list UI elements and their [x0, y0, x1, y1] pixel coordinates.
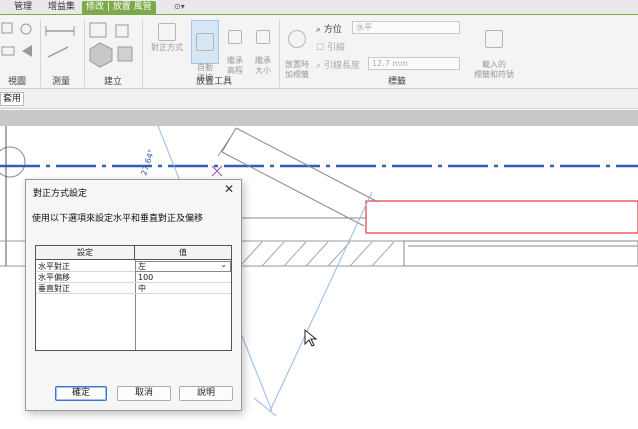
- view-tab-strip: [0, 110, 638, 126]
- mouse-cursor-icon: [304, 328, 318, 347]
- setting-value[interactable]: 中: [138, 283, 146, 294]
- ok-button[interactable]: 確定: [55, 386, 107, 401]
- setting-name: 水平偏移: [38, 273, 70, 282]
- auto-connect-icon: [196, 33, 214, 51]
- dialog-title: 對正方式設定: [33, 189, 88, 199]
- panel-divider: [40, 19, 41, 87]
- tab-modify-place-duct[interactable]: 修改 | 放置 風管: [82, 1, 156, 14]
- column-header-value: 值: [135, 246, 231, 260]
- close-icon[interactable]: ✕: [222, 183, 236, 197]
- alignment-guide: [269, 191, 373, 412]
- orientation-label: ⌕ 方位: [316, 25, 342, 35]
- loaded-tags-icon: [485, 30, 503, 48]
- table-row[interactable]: 水平對正 左 ⌄: [36, 260, 231, 272]
- leader-length-label: ⌕ 引線長度: [316, 61, 360, 71]
- horizontal-justification-select[interactable]: 左 ⌄: [135, 260, 231, 272]
- cancel-button[interactable]: 取消: [117, 386, 171, 401]
- loaded-tags-button[interactable]: 載入的 標籤和符號: [472, 20, 516, 79]
- column-header-setting: 設定: [36, 246, 135, 260]
- setting-value: 左: [138, 262, 146, 271]
- tag-icon: [288, 30, 306, 48]
- properties-bar: 套用: [0, 89, 638, 109]
- tab-options-dropdown[interactable]: ⊙▾: [174, 2, 194, 13]
- settings-table: 設定 值 水平對正 左 ⌄ 水平偏移 100 垂直對正 中: [35, 245, 232, 351]
- inherit-size-icon: [256, 30, 270, 44]
- selected-duct: [365, 200, 638, 234]
- panel-title-view: 視圖: [8, 77, 27, 87]
- panel-divider: [84, 19, 85, 87]
- measure-icons[interactable]: [44, 23, 82, 67]
- angled-duct: [217, 127, 379, 227]
- angle-dimension: 27.64°: [139, 148, 156, 176]
- alignment-guide-tick: [253, 397, 277, 417]
- setting-name: 垂直對正: [38, 284, 70, 293]
- leader-checkbox[interactable]: ☐ 引線: [316, 40, 345, 53]
- panel-title-placement-tools: 放置工具: [196, 77, 233, 87]
- inherit-elevation-icon: [228, 30, 242, 44]
- justification-settings-dialog: 對正方式設定 ✕ 使用以下選項來設定水平和垂直對正及偏移 設定 值 水平對正 左…: [25, 179, 242, 411]
- panel-title-measure: 測量: [52, 77, 71, 87]
- create-icons[interactable]: [88, 21, 140, 71]
- justification-icon: [158, 23, 176, 41]
- grid-bubble: [0, 146, 26, 178]
- table-row[interactable]: 垂直對正 中: [36, 283, 231, 294]
- inherit-elevation-button[interactable]: 繼承 高程: [222, 20, 248, 75]
- inherit-size-button[interactable]: 繼承 大小: [250, 20, 276, 75]
- leader-length-field[interactable]: 12.7 mm: [368, 57, 460, 70]
- ribbon: 視圖 測量 建立 對正方式 自動 連接 繼承 高程 繼承 大小 放置工具 放置時…: [0, 15, 638, 89]
- view-panel-icons[interactable]: [0, 21, 40, 65]
- panel-title-create: 建立: [104, 77, 123, 87]
- setting-name: 水平對正: [38, 262, 70, 271]
- panel-title-tag: 標籤: [388, 77, 407, 87]
- table-row[interactable]: 水平偏移 100: [36, 272, 231, 283]
- dialog-description: 使用以下選項來設定水平和垂直對正及偏移: [32, 214, 204, 224]
- tab-addins[interactable]: 增益集: [44, 1, 79, 14]
- setting-value[interactable]: 100: [138, 272, 153, 283]
- help-button[interactable]: 說明: [179, 386, 233, 401]
- apply-button[interactable]: 套用: [0, 92, 25, 106]
- wall-hatch: [239, 241, 395, 267]
- ribbon-tab-bar: 管理 增益集 修改 | 放置 風管 ⊙▾: [0, 0, 638, 15]
- panel-divider: [142, 19, 143, 87]
- orientation-select[interactable]: 水平: [352, 21, 460, 34]
- auto-connect-button[interactable]: 自動 連接: [191, 20, 219, 82]
- tag-on-placement-button[interactable]: 放置時 加標籤: [282, 20, 312, 79]
- justification-button[interactable]: 對正方式: [148, 23, 186, 63]
- chevron-down-icon: ⌄: [220, 260, 227, 269]
- tab-manage[interactable]: 管理: [10, 1, 36, 14]
- wall-opening: [403, 240, 638, 267]
- panel-divider: [279, 19, 280, 87]
